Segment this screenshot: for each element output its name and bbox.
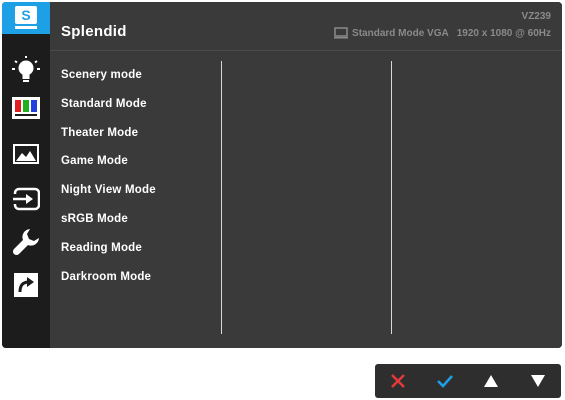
down-arrow-icon (530, 375, 545, 387)
sidebar-item-color[interactable] (2, 92, 50, 124)
color-icon (12, 97, 40, 119)
sidebar-item-shortcut[interactable] (2, 269, 50, 301)
sidebar-item-splendid[interactable]: S (2, 2, 50, 34)
main-panel: Splendid VZ239 Standard Mode VGA 1920 x … (50, 2, 562, 348)
sidebar-item-input[interactable] (2, 183, 50, 215)
sidebar-item-system[interactable] (2, 226, 50, 258)
menu-item-standard-mode[interactable]: Standard Mode (61, 96, 156, 125)
close-button[interactable] (383, 366, 413, 396)
model-name: VZ239 (521, 11, 551, 22)
column-divider (391, 61, 392, 334)
menu-item-theater-mode[interactable]: Theater Mode (61, 125, 156, 154)
up-arrow-icon (484, 375, 499, 387)
navigation-button-bar (375, 364, 561, 398)
confirm-button[interactable] (430, 366, 460, 396)
shortcut-icon (14, 273, 38, 297)
menu-item-darkroom-mode[interactable]: Darkroom Mode (61, 269, 156, 298)
current-resolution: 1920 x 1080 @ 60Hz (456, 27, 551, 39)
image-icon (13, 144, 39, 164)
menu-item-night-view-mode[interactable]: Night View Mode (61, 182, 156, 211)
system-setup-icon (12, 229, 39, 256)
up-button[interactable] (476, 366, 506, 396)
splendid-mode-list: Scenery mode Standard Mode Theater Mode … (61, 67, 156, 297)
sidebar-item-blue-light[interactable] (2, 54, 50, 86)
menu-item-srgb-mode[interactable]: sRGB Mode (61, 211, 156, 240)
blue-light-filter-icon (12, 56, 40, 82)
status-bar: Standard Mode VGA 1920 x 1080 @ 60Hz (334, 27, 551, 39)
menu-item-reading-mode[interactable]: Reading Mode (61, 240, 156, 269)
menu-item-scenery-mode[interactable]: Scenery mode (61, 67, 156, 96)
splendid-icon: S (15, 6, 37, 29)
sidebar: S (2, 2, 50, 348)
down-button[interactable] (523, 366, 553, 396)
column-divider (221, 61, 222, 334)
input-select-icon (13, 187, 40, 211)
page-title: Splendid (61, 23, 127, 40)
menu-item-game-mode[interactable]: Game Mode (61, 153, 156, 182)
close-icon (391, 374, 406, 388)
sidebar-item-image[interactable] (2, 138, 50, 170)
osd-menu: S Splendid VZ239 Standard Mode VGA 1920 … (2, 2, 562, 348)
check-icon (436, 375, 453, 388)
monitor-icon (334, 27, 349, 39)
splendid-icon-letter: S (21, 7, 30, 23)
header: Splendid VZ239 Standard Mode VGA 1920 x … (50, 2, 562, 51)
current-mode: Standard Mode VGA (352, 27, 449, 39)
